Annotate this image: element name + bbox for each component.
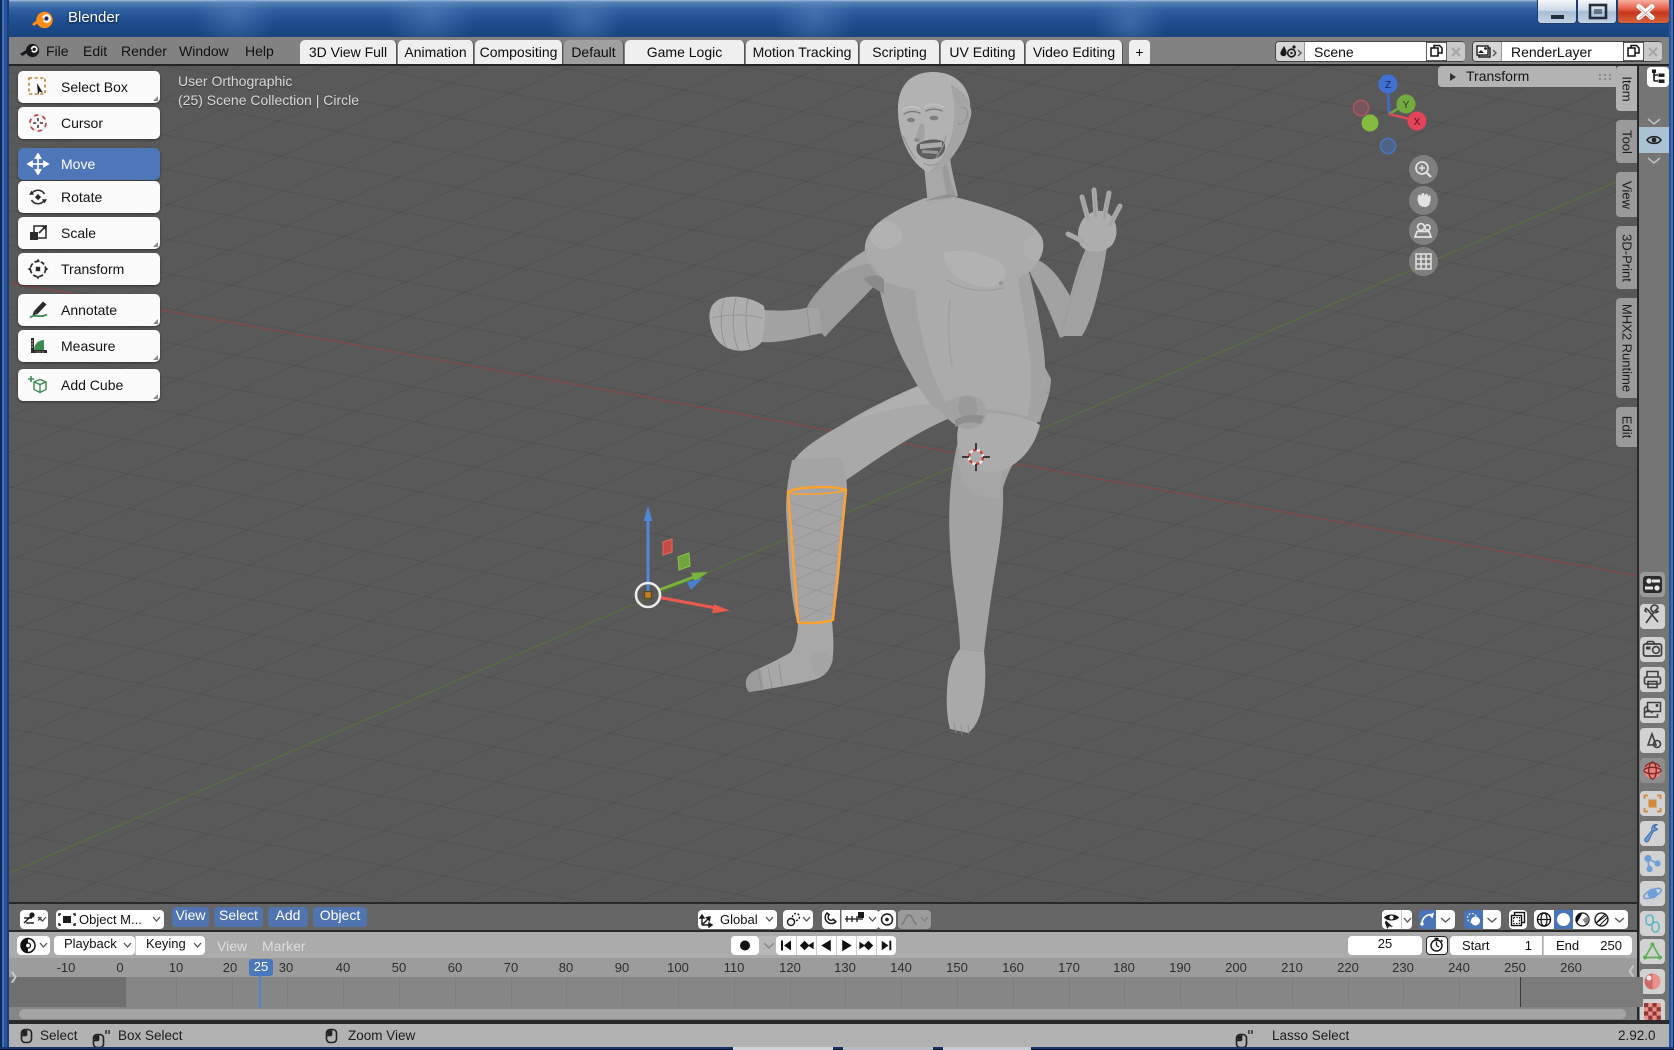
svg-text:Z: Z	[1385, 80, 1391, 91]
svg-text:Y: Y	[1403, 100, 1410, 111]
svg-text:X: X	[1414, 117, 1421, 128]
